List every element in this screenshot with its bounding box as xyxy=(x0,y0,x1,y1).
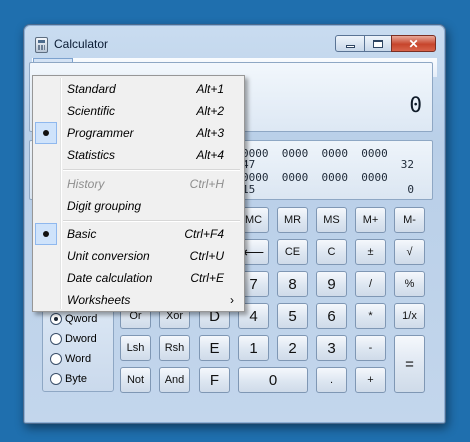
radio-dword-label: Dword xyxy=(65,333,97,345)
key-equals[interactable]: = xyxy=(394,335,425,393)
menu-item-label: Worksheets xyxy=(67,293,131,307)
menu-item-shortcut: Alt+1 xyxy=(196,82,224,96)
radio-byte-label: Byte xyxy=(65,373,88,385)
key-decimal[interactable]: . xyxy=(316,367,347,393)
menu-item-label: Programmer xyxy=(67,126,134,140)
close-icon: ✕ xyxy=(408,36,419,51)
key-m-plus[interactable]: M+ xyxy=(355,207,386,233)
key-divide[interactable]: / xyxy=(355,271,386,297)
key-ms[interactable]: MS xyxy=(316,207,347,233)
radio-bullet-icon xyxy=(35,122,57,144)
radio-qword-label: Qword xyxy=(65,313,98,325)
menu-item-history: History Ctrl+H xyxy=(35,173,242,195)
key-reciprocal[interactable]: 1/x xyxy=(394,303,425,329)
menu-separator xyxy=(63,169,240,171)
key-m-minus[interactable]: M- xyxy=(394,207,425,233)
menu-separator xyxy=(63,220,240,222)
key-c[interactable]: C xyxy=(316,239,347,265)
key-lsh[interactable]: Lsh xyxy=(120,335,151,361)
menu-item-shortcut: Ctrl+F4 xyxy=(184,227,224,241)
menu-item-statistics[interactable]: Statistics Alt+4 xyxy=(35,144,242,166)
display-value: 0 xyxy=(409,93,422,117)
minimize-button[interactable] xyxy=(335,35,365,52)
minimize-icon xyxy=(345,44,355,48)
menu-item-shortcut: Alt+4 xyxy=(196,148,224,162)
menu-item-basic[interactable]: Basic Ctrl+F4 xyxy=(35,223,242,245)
radio-word[interactable]: Word xyxy=(50,351,91,367)
menu-item-unit-conversion[interactable]: Unit conversion Ctrl+U xyxy=(35,245,242,267)
window-title: Calculator xyxy=(54,37,109,51)
key-e[interactable]: E xyxy=(199,335,230,361)
menu-item-date-calculation[interactable]: Date calculation Ctrl+E xyxy=(35,267,242,289)
menu-item-shortcut: Alt+3 xyxy=(196,126,224,140)
menu-item-shortcut: Ctrl+H xyxy=(189,177,224,191)
menu-item-label: Unit conversion xyxy=(67,249,150,263)
key-not[interactable]: Not xyxy=(120,367,151,393)
radio-bullet-icon xyxy=(35,223,57,245)
radio-icon xyxy=(50,333,62,345)
word-size-group: Qword Dword Word Byte xyxy=(42,305,114,392)
key-percent[interactable]: % xyxy=(394,271,425,297)
key-sqrt[interactable]: √ xyxy=(394,239,425,265)
calculator-icon xyxy=(35,37,48,53)
menu-item-digit-grouping[interactable]: Digit grouping xyxy=(35,195,242,217)
menu-item-label: Statistics xyxy=(67,148,116,162)
key-f[interactable]: F xyxy=(199,367,230,393)
menu-item-scientific[interactable]: Scientific Alt+2 xyxy=(35,100,242,122)
menu-item-shortcut: Alt+2 xyxy=(196,104,224,118)
key-0[interactable]: 0 xyxy=(238,367,308,393)
radio-word-label: Word xyxy=(65,353,92,365)
key-mr[interactable]: MR xyxy=(277,207,308,233)
menu-item-shortcut: Ctrl+E xyxy=(190,271,224,285)
key-6[interactable]: 6 xyxy=(316,303,347,329)
menu-item-label: History xyxy=(67,177,105,191)
key-rsh[interactable]: Rsh xyxy=(159,335,190,361)
key-5[interactable]: 5 xyxy=(277,303,308,329)
key-minus[interactable]: - xyxy=(355,335,386,361)
radio-icon xyxy=(50,353,62,365)
menu-item-label: Basic xyxy=(67,227,97,241)
menu-item-label: Standard xyxy=(67,82,116,96)
key-2[interactable]: 2 xyxy=(277,335,308,361)
key-ce[interactable]: CE xyxy=(277,239,308,265)
key-plus-minus[interactable]: ± xyxy=(355,239,386,265)
radio-dword[interactable]: Dword xyxy=(50,331,97,347)
maximize-icon xyxy=(373,39,383,48)
radio-icon xyxy=(50,373,62,385)
menu-item-programmer[interactable]: Programmer Alt+3 xyxy=(35,122,242,144)
maximize-button[interactable] xyxy=(364,35,392,52)
bit-row-2: 0000 0000 0000 0000 xyxy=(242,171,388,184)
menu-item-label: Scientific xyxy=(67,104,116,118)
title-bar[interactable]: Calculator ✕ xyxy=(24,25,445,57)
bit-row-1: 0000 0000 0000 0000 xyxy=(242,147,388,160)
chevron-right-icon: › xyxy=(230,293,234,307)
key-9[interactable]: 9 xyxy=(316,271,347,297)
radio-byte[interactable]: Byte xyxy=(50,371,87,387)
key-8[interactable]: 8 xyxy=(277,271,308,297)
radio-selected-icon xyxy=(50,313,62,325)
menu-item-label: Digit grouping xyxy=(67,199,142,213)
bit-row-1-right-label: 32 xyxy=(400,158,414,171)
menu-item-worksheets[interactable]: Worksheets › xyxy=(35,289,242,311)
menu-item-standard[interactable]: Standard Alt+1 xyxy=(35,78,242,100)
key-1[interactable]: 1 xyxy=(238,335,269,361)
radio-qword[interactable]: Qword xyxy=(50,311,97,327)
bit-row-2-right-label: 0 xyxy=(407,183,414,196)
key-plus[interactable]: + xyxy=(355,367,386,393)
key-3[interactable]: 3 xyxy=(316,335,347,361)
key-multiply[interactable]: * xyxy=(355,303,386,329)
menu-item-label: Date calculation xyxy=(67,271,153,285)
key-and[interactable]: And xyxy=(159,367,190,393)
view-menu-dropdown: Standard Alt+1 Scientific Alt+2 Programm… xyxy=(32,75,245,312)
menu-item-shortcut: Ctrl+U xyxy=(189,249,224,263)
close-button[interactable]: ✕ xyxy=(391,35,436,52)
